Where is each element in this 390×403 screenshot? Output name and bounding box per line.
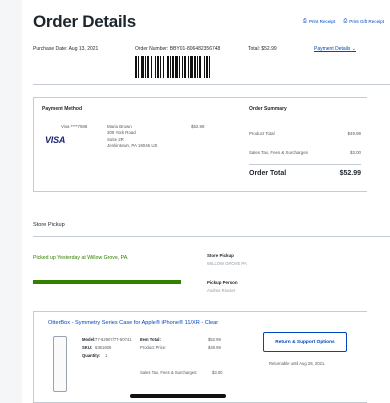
barcode-bar	[190, 56, 193, 78]
item-total-label: Item Total:	[140, 337, 161, 342]
barcode-bar	[172, 56, 174, 78]
model-value: 77-62607/77-60741	[95, 337, 132, 342]
pickup-progress-track	[33, 280, 181, 284]
barcode-bar	[155, 56, 156, 78]
printer-icon: ⎙	[343, 18, 348, 24]
return-eligibility-note: Returnable until Aug 28, 2021.	[269, 361, 326, 366]
barcode-bar	[135, 56, 137, 78]
pickup-person-label: Pickup Person	[207, 280, 238, 285]
barcode-bar	[141, 56, 144, 78]
sku-label: SKU:	[82, 345, 93, 350]
printer-icon: ⎙	[302, 18, 307, 24]
barcode-bar	[204, 56, 205, 78]
store-pickup-label: Store Pickup	[207, 253, 234, 258]
pickup-progress-fill	[33, 280, 181, 284]
item-tax-value: $3.00	[212, 370, 223, 375]
product-price-label: Product Price:	[140, 345, 167, 350]
page-title: Order Details	[33, 12, 136, 31]
print-receipt-label: Print Receipt	[308, 18, 336, 24]
order-summary-heading: Order Summary	[249, 106, 287, 112]
purchase-date: Purchase Date: Aug 13, 2021	[33, 46, 99, 52]
summary-label: Sales Tax, Fees & Surcharges	[249, 150, 308, 155]
visa-logo: VISA	[45, 135, 66, 145]
summary-label: Product Total	[249, 131, 275, 136]
summary-value: $3.00	[350, 150, 361, 155]
print-gift-receipt-label: Print Gift Receipt	[349, 18, 384, 24]
barcode-bar	[138, 56, 139, 78]
barcode-bar	[206, 56, 208, 78]
sku-value: 6361606	[95, 345, 112, 350]
product-thumbnail[interactable]	[53, 336, 67, 392]
payment-details-label: Payment Details	[314, 46, 351, 52]
address-line: Jenkintown, PA 19046 US	[107, 143, 158, 149]
divider	[33, 236, 390, 237]
chevron-down-icon: ⌄	[351, 46, 356, 52]
barcode-bar	[151, 56, 152, 78]
pickup-status: Picked up Yesterday at Willow Grove, PA.	[33, 255, 129, 261]
barcode-bar	[184, 56, 186, 78]
quantity-value: 1	[105, 353, 108, 358]
barcode-bar	[175, 56, 178, 78]
barcode-bar	[147, 56, 149, 78]
barcode-bar	[170, 56, 171, 78]
payment-summary-panel: Payment Method VISA Visa ****7598 Maria …	[33, 97, 367, 192]
barcode-bar	[182, 56, 183, 78]
barcode-bar	[179, 56, 180, 78]
order-total: Total: $52.99	[248, 46, 277, 52]
store-pickup-title: Store Pickup	[33, 222, 65, 228]
barcode-bar	[194, 56, 196, 78]
summary-value: $49.99	[347, 131, 361, 136]
item-tax-label: Sales Tax, Fees & Surcharges:	[140, 370, 198, 375]
barcode-bar	[157, 56, 159, 78]
summary-divider	[249, 164, 361, 165]
return-support-button[interactable]: Return & Support Options	[263, 332, 347, 352]
payment-details-link[interactable]: Payment Details ⌄	[314, 46, 356, 52]
item-name-link[interactable]: OtterBox - Symmetry Series Case for Appl…	[48, 320, 218, 326]
divider	[33, 84, 390, 85]
barcode-bar	[163, 56, 164, 78]
item-total-value: $52.99	[208, 337, 221, 342]
print-gift-receipt-link[interactable]: ⎙ Print Gift Receipt	[343, 18, 384, 24]
payment-method-heading: Payment Method	[42, 106, 83, 112]
barcode-bar	[188, 56, 189, 78]
barcode-bar	[160, 56, 161, 78]
quantity-label: Quantity:	[82, 353, 101, 358]
home-indicator	[130, 394, 226, 398]
order-total-value: $52.99	[339, 170, 361, 177]
print-receipt-link[interactable]: ⎙ Print Receipt	[303, 18, 335, 24]
barcode-bars	[135, 56, 210, 78]
card-mask: Visa ****7598	[61, 124, 88, 129]
barcode-bar	[197, 56, 198, 78]
pickup-person-name: Andrea Reuser	[207, 288, 236, 293]
payment-amount: $52.99	[191, 124, 205, 129]
barcode-bar	[167, 56, 169, 78]
order-number: Order Number: BBY01-806482356748	[135, 46, 221, 52]
order-total-label: Order Total	[249, 170, 287, 177]
billing-address: Maria Brown 309 York Road Suite 2R Jenki…	[107, 124, 157, 150]
left-gutter	[0, 0, 22, 403]
barcode-bar	[145, 56, 146, 78]
product-price-value: $49.99	[208, 345, 221, 350]
store-pickup-location: WILLOW GROVE PA	[207, 261, 247, 266]
barcode-bar	[209, 56, 210, 78]
order-barcode	[135, 56, 210, 78]
order-item-card: OtterBox - Symmetry Series Case for Appl…	[33, 311, 367, 403]
print-links: ⎙ Print Receipt ⎙ Print Gift Receipt	[303, 18, 384, 24]
barcode-bar	[199, 56, 201, 78]
model-label: Model:	[82, 337, 96, 342]
